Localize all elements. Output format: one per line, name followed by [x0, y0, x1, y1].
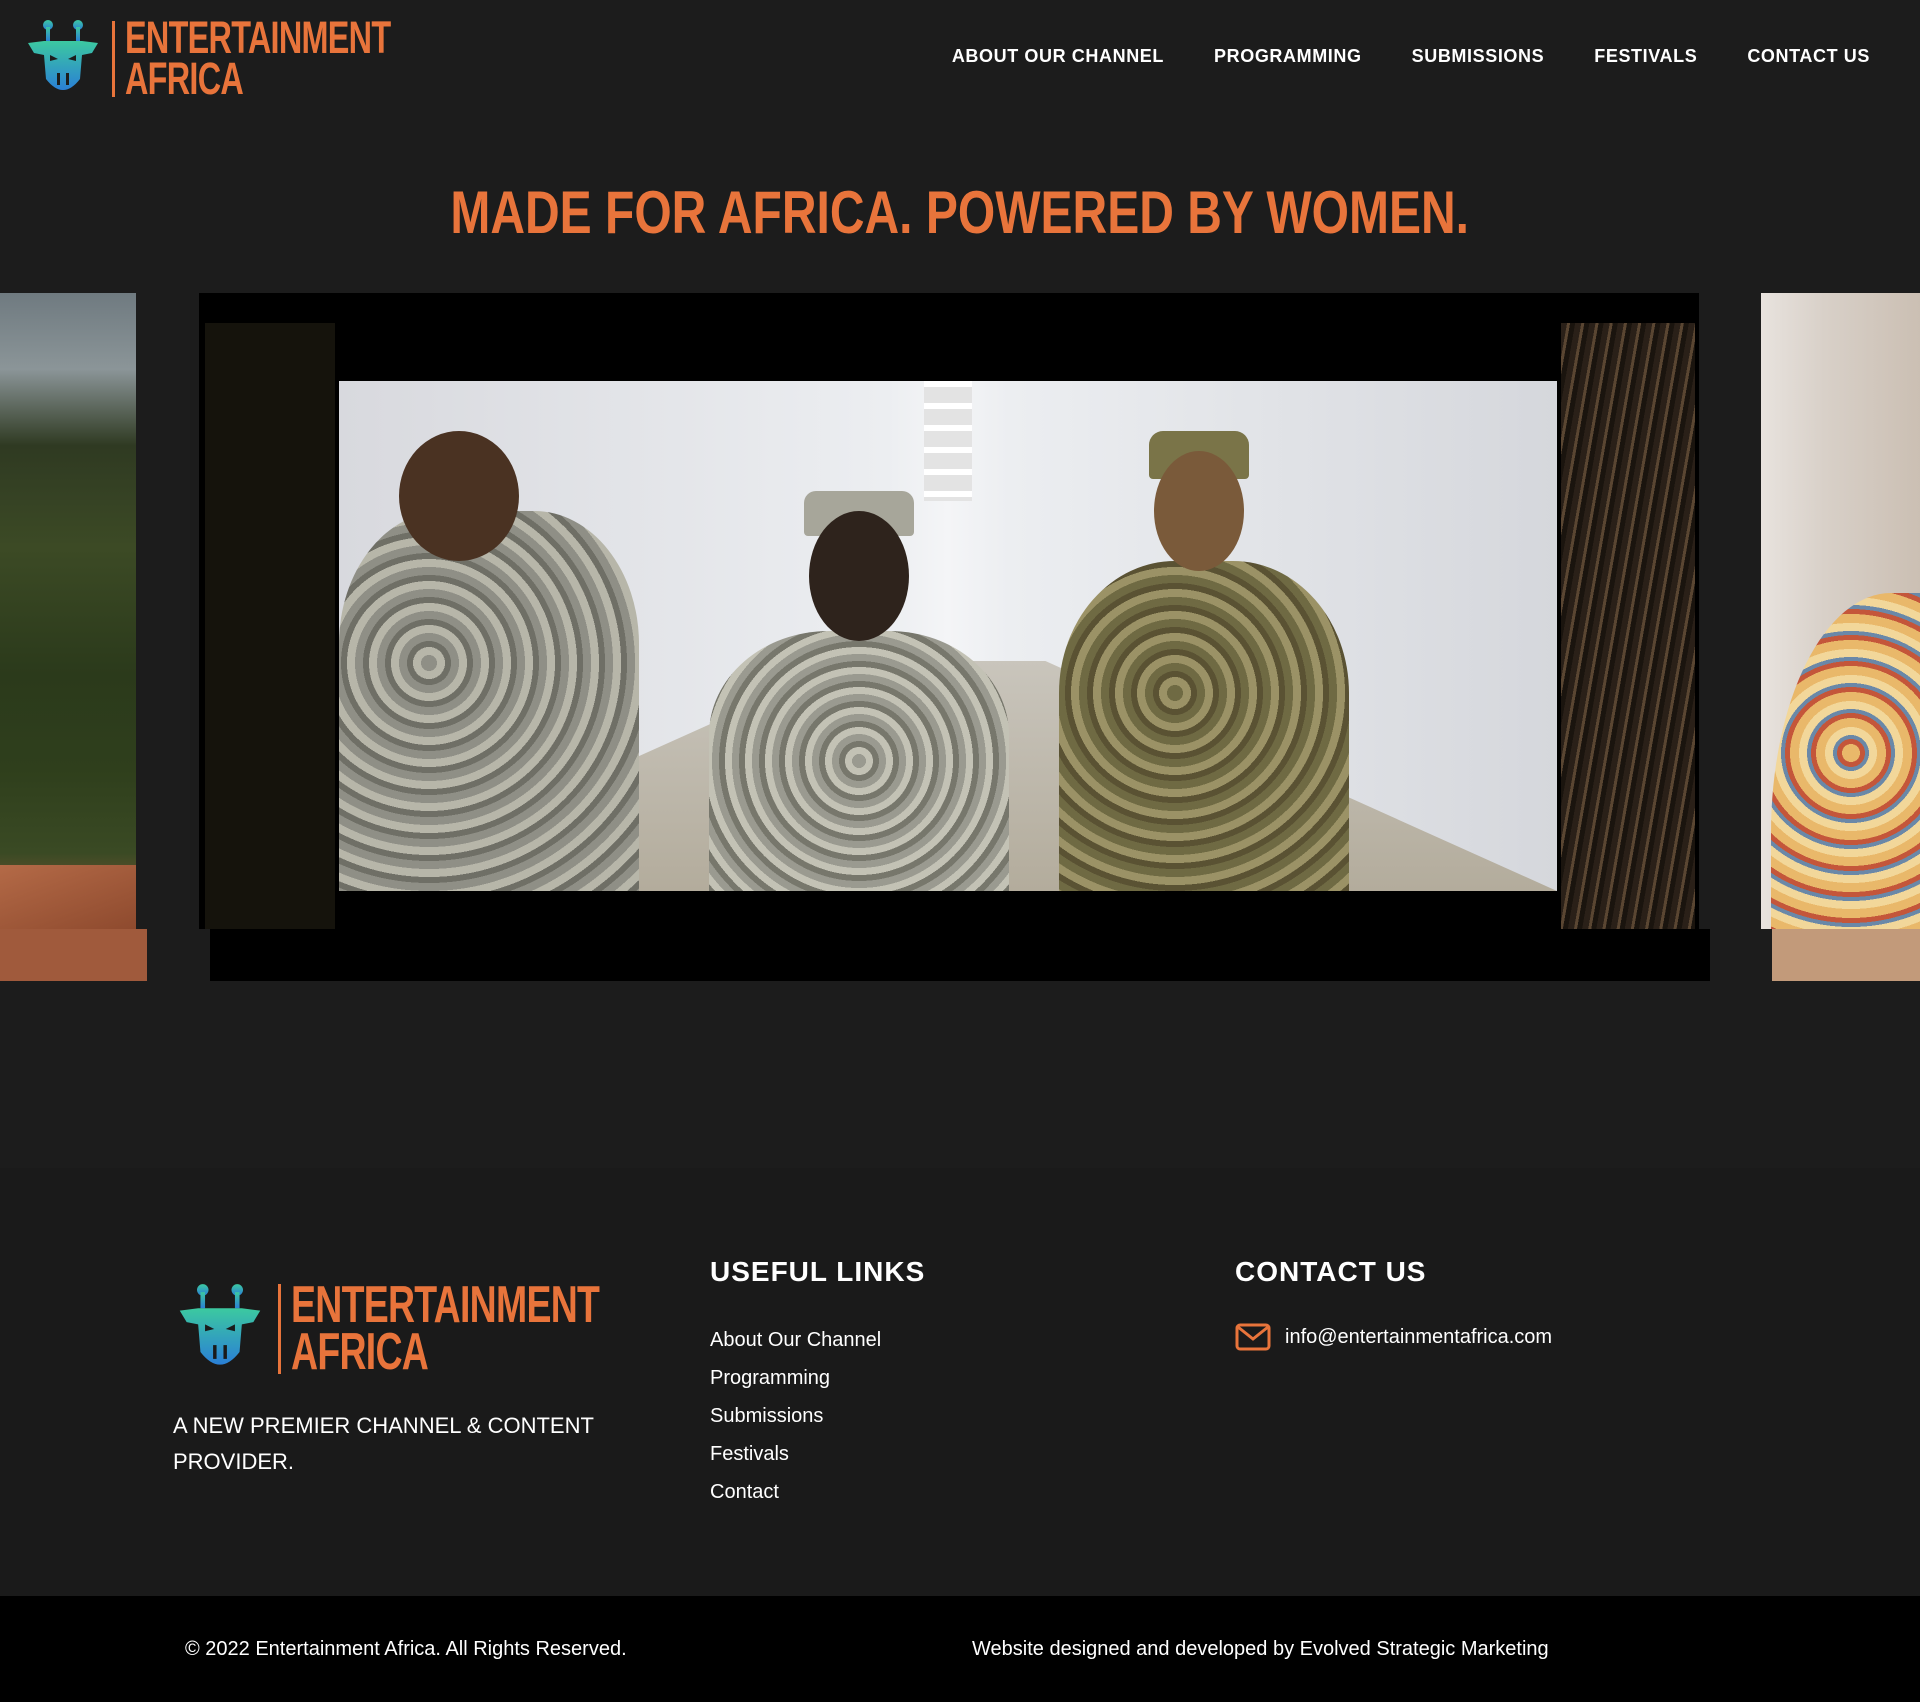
logo-wordmark: ENTERTAINMENT AFRICA [291, 1276, 600, 1381]
video-frame[interactable] [339, 381, 1557, 891]
logo-line-2: AFRICA [125, 52, 244, 104]
copyright-text: © 2022 Entertainment Africa. All Rights … [185, 1638, 627, 1660]
footer-tagline: A NEW PREMIER CHANNEL & CONTENT PROVIDER… [173, 1413, 594, 1474]
footer-link-contact[interactable]: Contact [710, 1478, 881, 1516]
nav-contact-us[interactable]: CONTACT US [1747, 46, 1870, 67]
useful-links-title: USEFUL LINKS [710, 1256, 926, 1287]
giraffe-logo-icon [28, 19, 98, 90]
video-carousel[interactable] [0, 293, 1920, 981]
site-logo[interactable]: ENTERTAINMENT AFRICA [26, 15, 494, 104]
footer-link-submissions[interactable]: Submissions [710, 1402, 881, 1440]
logo-wordmark: ENTERTAINMENT AFRICA [125, 15, 391, 104]
carousel-slide-active[interactable] [199, 293, 1699, 929]
video-scene-figure [1059, 431, 1349, 891]
nav-about-our-channel[interactable]: ABOUT OUR CHANNEL [952, 46, 1164, 67]
useful-links-list: About Our Channel Programming Submission… [710, 1326, 881, 1516]
giraffe-logo-icon [179, 1283, 261, 1365]
contact-title: CONTACT US [1235, 1256, 1427, 1287]
credit-text[interactable]: Website designed and developed by Evolve… [972, 1638, 1549, 1661]
main-nav: ABOUT OUR CHANNEL PROGRAMMING SUBMISSION… [902, 46, 1870, 67]
footer-logo[interactable]: ENTERTAINMENT AFRICA [174, 1276, 719, 1381]
hero-headline-wrap: MADE FOR AFRICA. POWERED BY WOMEN. [0, 178, 1920, 247]
carousel-slide-next[interactable] [1761, 293, 1920, 929]
video-strip-left [205, 323, 335, 929]
nav-programming[interactable]: PROGRAMMING [1214, 46, 1362, 67]
logo-divider [278, 1283, 281, 1374]
hero-headline: MADE FOR AFRICA. POWERED BY WOMEN. [450, 179, 1470, 246]
logo-line-1: ENTERTAINMENT [291, 1276, 600, 1334]
contact-email-row[interactable]: info@entertainmentafrica.com [1235, 1323, 1552, 1351]
envelope-icon [1235, 1323, 1271, 1351]
logo-divider [112, 20, 115, 97]
site-footer: ENTERTAINMENT AFRICA A NEW PREMIER CHANN… [0, 1168, 1920, 1596]
slide-image-detail [0, 865, 136, 929]
video-scene-figure [339, 431, 639, 891]
footer-link-about-our-channel[interactable]: About Our Channel [710, 1326, 881, 1364]
copyright-bar: © 2022 Entertainment Africa. All Rights … [0, 1596, 1920, 1702]
footer-link-festivals[interactable]: Festivals [710, 1440, 881, 1478]
nav-submissions[interactable]: SUBMISSIONS [1412, 46, 1545, 67]
video-scene-figure [709, 491, 1009, 891]
footer-link-programming[interactable]: Programming [710, 1364, 881, 1402]
video-strip-right [1561, 323, 1695, 929]
carousel-slide-shadow [210, 929, 1710, 981]
carousel-slide-prev[interactable] [0, 293, 136, 929]
site-header: ENTERTAINMENT AFRICA ABOUT OUR CHANNEL P… [0, 0, 1920, 115]
logo-line-2: AFRICA [291, 1322, 429, 1381]
carousel-slide-shadow [0, 929, 147, 981]
slide-image-detail [1771, 593, 1920, 929]
video-scene-lights [923, 381, 973, 501]
contact-email[interactable]: info@entertainmentafrica.com [1285, 1326, 1552, 1349]
nav-festivals[interactable]: FESTIVALS [1594, 46, 1697, 67]
carousel-slide-shadow [1772, 929, 1920, 981]
